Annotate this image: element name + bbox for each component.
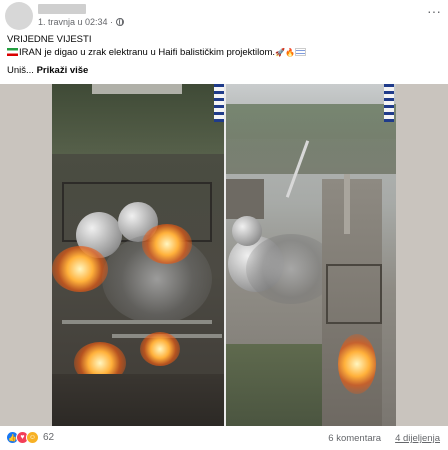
fire-burst	[52, 246, 108, 292]
refinery-frame	[326, 264, 382, 324]
ground	[52, 374, 224, 426]
industrial-building	[226, 179, 264, 219]
post-meta: 1. travnja u 02:34 ·	[38, 17, 125, 27]
reaction-count[interactable]: 62	[43, 432, 54, 443]
comments-count[interactable]: 6 komentara	[328, 433, 381, 444]
post-video[interactable]	[0, 84, 448, 426]
globe-icon	[116, 18, 125, 26]
care-icon: ☺	[26, 431, 39, 444]
fire-flame	[338, 334, 376, 394]
author-name-redacted[interactable]	[38, 4, 86, 14]
video-frame-right	[226, 84, 396, 426]
iran-flag-icon	[7, 47, 18, 56]
video-frame-left	[52, 84, 224, 426]
flag-stripe-left	[214, 84, 224, 122]
more-options-button[interactable]: ···	[427, 4, 441, 18]
post-text-snippet: Uniš...	[7, 65, 34, 76]
shares-count[interactable]: 4 dijeljenja	[395, 433, 440, 444]
engagement-stats: 6 komentara 4 dijeljenja	[328, 433, 440, 444]
storage-sphere	[232, 216, 262, 246]
stack-pipe	[344, 174, 350, 234]
reactions-summary[interactable]: 👍 ♥ ☺ 62	[6, 431, 54, 444]
ground-vegetation	[226, 344, 322, 426]
pipe	[62, 320, 212, 324]
post-body: VRIJEDNE VIJESTI IRAN je digao u zrak el…	[7, 34, 443, 78]
post-text-main: IRAN je digao u zrak elektranu u Haifi b…	[19, 46, 276, 58]
fire-burst	[142, 224, 192, 264]
post-footer: 👍 ♥ ☺ 62 6 komentara 4 dijeljenja	[0, 428, 448, 450]
post-text-truncated: Uniš... Prikaži više	[7, 65, 443, 78]
fire-burst	[140, 332, 180, 366]
see-more-link[interactable]: Prikaži više	[37, 65, 89, 76]
hillside-trees	[52, 84, 224, 154]
post-text-line: IRAN je digao u zrak elektranu u Haifi b…	[7, 47, 443, 60]
flag-stripe-right	[384, 84, 394, 122]
avatar[interactable]	[5, 2, 33, 30]
post-header: 1. travnja u 02:34 · ···	[0, 0, 448, 36]
trees-background	[226, 104, 396, 174]
overhead-structure	[92, 84, 182, 94]
rocket-fire-emoji: 🚀🔥	[275, 47, 295, 57]
post-timestamp[interactable]: 1. travnja u 02:34 ·	[38, 17, 113, 27]
israel-flag-icon	[295, 47, 306, 56]
post-headline: VRIJEDNE VIJESTI	[7, 34, 92, 45]
